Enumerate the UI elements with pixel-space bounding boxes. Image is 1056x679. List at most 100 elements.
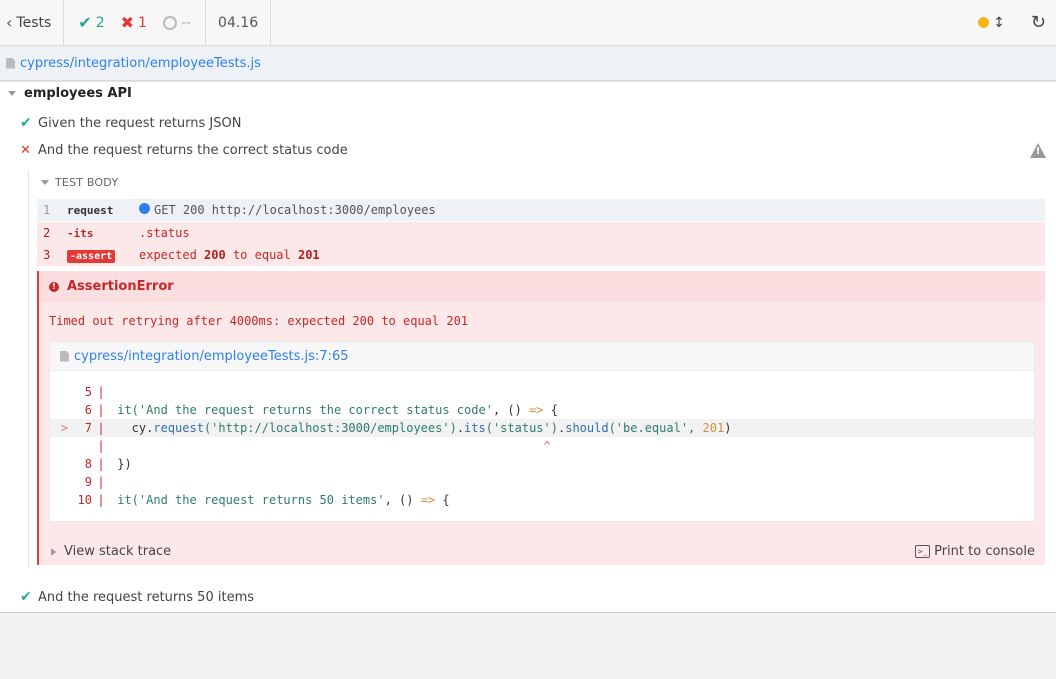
rerun-icon[interactable]: ↻ — [1031, 12, 1046, 33]
print-label: Print to console — [934, 544, 1035, 559]
pending-icon — [162, 15, 177, 30]
code-token: request — [153, 421, 204, 435]
suite-title[interactable]: employees API — [8, 86, 132, 101]
command-number: 3 — [43, 248, 51, 262]
command-name: -its — [67, 226, 94, 240]
command-assert[interactable]: 3 -assert expected 200 to equal 201 — [37, 244, 1045, 266]
test-body-label: TEST BODY — [55, 176, 119, 189]
failed-count[interactable]: ✖ 1 — [121, 13, 147, 32]
code-token: }) — [117, 457, 132, 471]
code-token: it( — [117, 403, 139, 417]
check-icon: ✔ — [20, 589, 32, 605]
command-request[interactable]: 1 request GET 200 http://localhost:3000/… — [37, 199, 1045, 221]
msg-text: to equal — [232, 248, 291, 262]
command-name: request — [67, 203, 114, 217]
msg-text: expected — [139, 248, 197, 262]
command-number: 2 — [43, 226, 51, 240]
test-item-passed-2[interactable]: ✔ And the request returns 50 items — [20, 589, 254, 605]
spec-file-link[interactable]: cypress/integration/employeeTests.js — [20, 56, 261, 71]
check-icon: ✔ — [20, 115, 32, 131]
code-token: => — [529, 403, 544, 417]
test-body: TEST BODY 1 request GET 200 http://local… — [28, 170, 1056, 568]
error-name: AssertionError — [67, 279, 174, 294]
line-number: 5 — [84, 385, 92, 399]
reporter-header: ‹ Tests ✔ 2 ✖ 1 -- 04.16 ↕ ↻ — [0, 0, 1056, 46]
code-line: 8 | }) — [50, 455, 1034, 473]
code-token: should — [565, 421, 609, 435]
code-token: cy. — [117, 421, 154, 435]
assert-badge: -assert — [67, 249, 116, 263]
code-frame-link[interactable]: cypress/integration/employeeTests.js:7:6… — [74, 349, 349, 364]
code-line: 6 | it('And the request returns the corre… — [50, 401, 1034, 419]
collapse-icon — [41, 180, 49, 185]
file-icon — [6, 57, 15, 69]
print-to-console-button[interactable]: >_ Print to console — [915, 544, 1035, 559]
test-item-failed[interactable]: ✕ And the request returns the correct st… — [20, 143, 348, 158]
code-token: ('be.equal', — [608, 421, 703, 435]
command-name: -assert — [67, 249, 139, 263]
code-line: 5 | — [50, 383, 1034, 401]
code-token: 'And the request returns 50 items' — [138, 493, 385, 507]
terminal-icon: >_ — [915, 545, 931, 558]
code-frame: cypress/integration/employeeTests.js:7:6… — [49, 341, 1035, 522]
code-token: 'And the request returns the correct sta… — [138, 403, 493, 417]
test-body-toggle[interactable]: TEST BODY — [41, 176, 118, 189]
code-token: { — [543, 403, 558, 417]
code-token: , () — [384, 493, 421, 507]
auto-scroll-status-icon — [978, 17, 990, 28]
expected-value: 201 — [297, 248, 320, 262]
check-icon: ✔ — [78, 13, 92, 32]
command-message-text: GET 200 http://localhost:3000/employees — [154, 203, 436, 217]
current-line-marker: > — [60, 421, 68, 435]
duration: 04.16 — [206, 0, 272, 45]
pending-count[interactable]: -- — [162, 14, 192, 31]
code-line-caret: | ^ — [97, 439, 551, 453]
test-title: And the request returns the correct stat… — [38, 143, 348, 158]
code-token: , () — [492, 403, 530, 417]
line-number: 10 — [77, 493, 92, 507]
failed-count-value: 1 — [138, 14, 147, 31]
line-number: 6 — [84, 403, 92, 417]
test-stats: ✔ 2 ✖ 1 -- — [64, 0, 207, 45]
test-item-passed-1[interactable]: ✔ Given the request returns JSON — [20, 115, 241, 131]
code-line-highlighted: >7 | cy.request('http://localhost:3000/em… — [50, 419, 1034, 437]
line-number: 7 — [84, 421, 92, 435]
expand-icon — [51, 547, 56, 556]
back-to-tests-button[interactable]: ‹ Tests — [0, 0, 65, 45]
command-its[interactable]: 2 -its .status — [37, 222, 1045, 244]
empty-area — [0, 613, 1056, 679]
line-number: 9 — [84, 475, 92, 489]
passed-count-value: 2 — [95, 14, 105, 31]
actual-value: 200 — [204, 248, 226, 262]
code-token: => — [420, 493, 436, 507]
file-icon — [60, 350, 69, 362]
x-icon: ✕ — [20, 143, 31, 158]
command-number: 1 — [43, 203, 51, 217]
view-stack-trace-toggle[interactable]: View stack trace — [51, 544, 171, 559]
error-title: ! AssertionError — [39, 271, 1045, 302]
runnables-panel: employees API ✔ Given the request return… — [0, 82, 1056, 613]
suite-title-text: employees API — [24, 86, 132, 101]
error-footer: View stack trace >_ Print to console — [39, 538, 1045, 565]
line-number: 8 — [84, 457, 92, 471]
code-token: ('http://localhost:3000/employees') — [203, 421, 457, 435]
code-token: . — [456, 421, 465, 435]
auto-scroll-toggle-icon[interactable]: ↕ — [993, 15, 1005, 31]
test-title: Given the request returns JSON — [38, 115, 242, 131]
code-line: 9 | — [50, 473, 1034, 491]
code-token: { — [435, 493, 450, 507]
passed-count[interactable]: ✔ 2 — [78, 13, 104, 32]
test-title: And the request returns 50 items — [38, 589, 255, 605]
back-label: Tests — [16, 14, 52, 31]
command-message: expected 200 to equal 201 — [139, 248, 320, 262]
error-panel: ! AssertionError Timed out retrying afte… — [37, 271, 1045, 565]
error-message: Timed out retrying after 4000ms: expecte… — [49, 314, 469, 328]
spec-file-bar: cypress/integration/employeeTests.js — [0, 46, 1056, 81]
x-icon: ✖ — [120, 13, 135, 32]
warning-icon[interactable]: ! — [1030, 143, 1046, 158]
code-frame-header: cypress/integration/employeeTests.js:7:6… — [50, 342, 1034, 371]
code-line: 10 | it('And the request returns 50 items… — [50, 491, 1034, 509]
pending-count-value: -- — [180, 14, 192, 31]
code-token: its — [464, 421, 486, 435]
code-block: 5 | 6 | it('And the request returns the co… — [50, 371, 1034, 509]
